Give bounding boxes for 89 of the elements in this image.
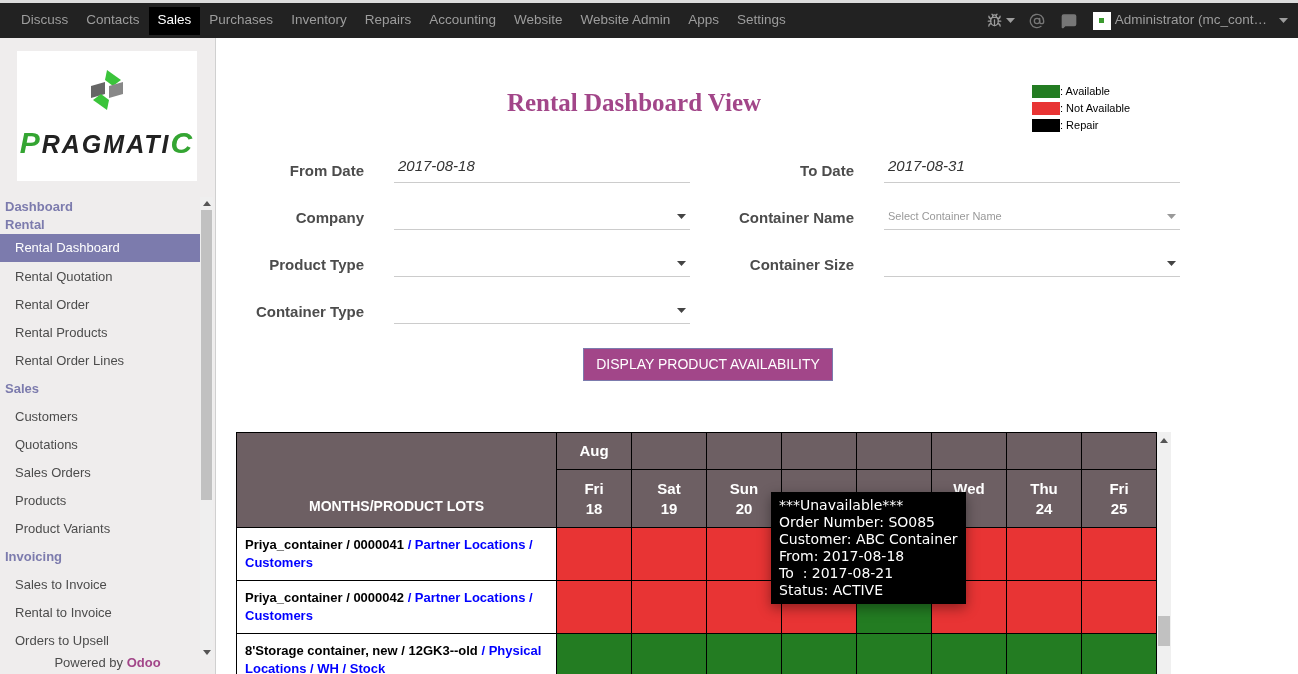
menu-tab[interactable]: Contacts [77,6,149,35]
avatar [1092,11,1111,30]
section-header: Invoicing [4,548,64,567]
availability-cell[interactable] [1006,633,1082,674]
menu-tab[interactable]: Apps [679,6,729,35]
sidebar-item[interactable]: Rental Order Lines [0,347,200,375]
day-header: Fri 25 [1081,469,1157,528]
sidebar-item[interactable]: Product Variants [0,515,200,543]
bug-icon [986,13,1002,28]
menu-tab[interactable]: Accounting [420,6,505,35]
scrollbar[interactable] [1157,432,1171,674]
field-label: Container Name [737,207,854,228]
sidebar-item[interactable]: Quotations [0,431,200,459]
caret-icon [677,214,686,219]
field-label: Container Size [748,254,854,275]
menu-tab[interactable]: Repairs [355,6,421,35]
day-header: Sat 19 [631,469,707,528]
menu-tab[interactable]: Website [505,6,572,35]
availability-cell[interactable] [1006,527,1082,581]
field-label: From Date [288,160,364,181]
scroll-up-icon[interactable] [202,201,211,206]
user-name[interactable]: Administrator (mc_cont… [1114,10,1267,31]
day-header: Fri 18 [556,469,632,528]
availability-cell[interactable] [631,580,707,634]
field-label: Container Type [254,301,364,322]
sidebar-item[interactable]: Customers [0,403,200,431]
column-header: MONTHS/PRODUCT LOTS [236,432,557,528]
availability-cell[interactable] [781,633,857,674]
caret-icon [1167,214,1176,219]
date-field[interactable]: 2017-08-18 [394,154,690,183]
odoo-link[interactable]: Odoo [126,655,161,670]
field-label: Product Type [268,254,364,275]
sidebar-item[interactable]: Sales to Invoice [0,571,200,599]
sidebar-item[interactable]: Rental Products [0,319,200,347]
menu-tab[interactable]: Purchases [200,6,283,35]
availability-cell[interactable] [1081,527,1157,581]
availability-cell[interactable] [706,633,782,674]
logo-text: PRAGMATIC [19,124,195,161]
legend-label: : Not Available [1060,101,1131,117]
display-availability-button[interactable]: DISPLAY PRODUCT AVAILABILITY [583,348,833,381]
scroll-thumb[interactable] [1158,616,1170,646]
availability-cell[interactable] [1081,633,1157,674]
menu-tab[interactable]: Discuss [12,6,78,35]
mentions-icon[interactable] [1028,12,1045,29]
sidebar-item[interactable]: Orders to Upsell [0,627,200,655]
availability-cell[interactable] [556,527,632,581]
caret-icon [1279,18,1288,23]
scroll-up-icon[interactable] [1160,438,1168,443]
sidebar-item[interactable]: Rental Dashboard [0,234,200,262]
menu-tab[interactable]: Website Admin [571,6,680,35]
sidebar-item[interactable]: Sales Orders [0,459,200,487]
lot-cell: 8'Storage container, new / 12GK3--old / Physical Locations / WH / Stock [236,633,557,674]
availability-cell[interactable] [556,580,632,634]
chat-icon[interactable] [1060,12,1077,29]
availability-cell[interactable] [631,527,707,581]
month-header: Aug [556,432,632,470]
field-label: Company [294,207,364,228]
legend-label: : Repair [1060,118,1099,134]
availability-cell[interactable] [631,633,707,674]
sidebar-item[interactable]: Products [0,487,200,515]
lot-cell: Priya_container / 0000042 / Partner Locations / Customers [236,580,557,634]
day-header: Thu 24 [1006,469,1082,528]
scroll-thumb[interactable] [201,210,212,500]
page-title: Rental Dashboard View [505,88,763,118]
availability-cell[interactable] [1081,580,1157,634]
availability-cell[interactable] [856,633,932,674]
legend-label: : Available [1060,84,1110,100]
availability-cell[interactable] [556,633,632,674]
menu-tab[interactable]: Sales [148,6,201,35]
section-header: Dashboard [4,198,74,215]
availability-cell[interactable] [931,633,1007,674]
menu-tab[interactable]: Inventory [282,6,356,35]
caret-icon [677,261,686,266]
caret-icon [1167,261,1176,266]
section-header: Rental [4,216,46,233]
menu-tab[interactable]: Settings [728,6,795,35]
sidebar-item[interactable]: Rental Quotation [0,263,200,291]
availability-cell[interactable] [1006,580,1082,634]
sidebar-item[interactable]: Rental to Invoice [0,599,200,627]
caret-icon [677,308,686,313]
caret-icon [1005,18,1015,23]
powered-by-text: Powered by [54,655,125,670]
field-label: To Date [799,160,854,181]
scroll-down-icon[interactable] [202,650,211,655]
lot-cell: Priya_container / 0000041 / Partner Locations / Customers [236,527,557,581]
date-field[interactable]: 2017-08-31 [884,154,1180,183]
placeholder: Select Container Name [888,209,1002,225]
section-header: Sales [4,380,40,399]
sidebar-item[interactable]: Rental Order [0,291,200,319]
